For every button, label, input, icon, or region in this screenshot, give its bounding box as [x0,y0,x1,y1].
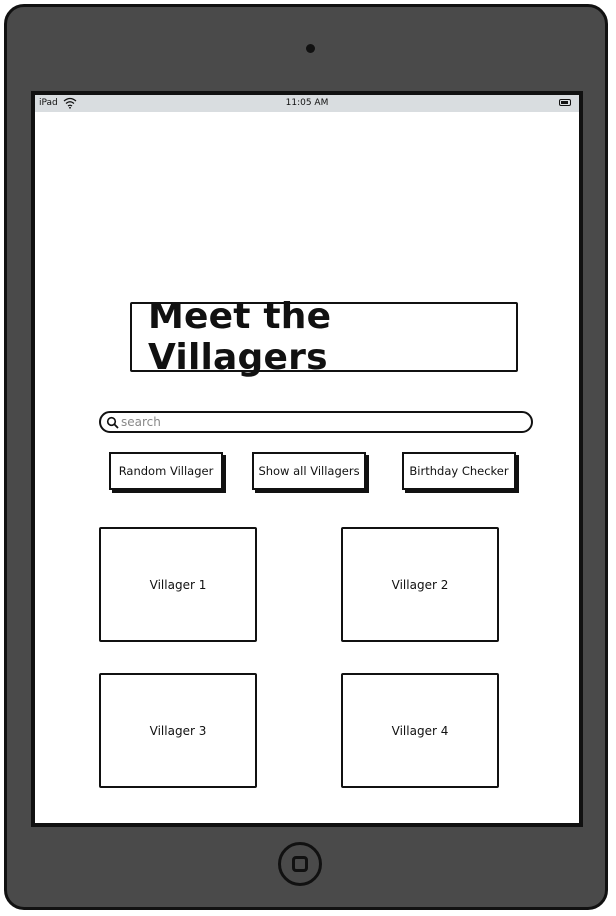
birthday-checker-button[interactable]: Birthday Checker [402,452,516,490]
status-bar: iPad 11:05 AM [35,95,579,112]
status-time: 11:05 AM [285,98,329,108]
villager-card-label: Villager 3 [149,723,207,738]
villager-card-label: Villager 2 [391,577,449,592]
villager-card-3[interactable]: Villager 3 [99,673,257,788]
camera-icon [306,44,315,53]
search-icon [106,416,119,429]
random-villager-button[interactable]: Random Villager [109,452,223,490]
battery-icon [559,99,571,106]
search-bar[interactable] [99,411,533,433]
villager-card-label: Villager 4 [391,723,449,738]
home-button-icon [292,856,308,872]
search-input[interactable] [121,414,521,430]
show-all-villagers-button[interactable]: Show all Villagers [252,452,366,490]
home-button[interactable] [278,842,322,886]
page-title: Meet the Villagers [148,296,332,378]
villager-card-2[interactable]: Villager 2 [341,527,499,642]
page-title-box: Meet the Villagers [130,296,518,378]
villager-card-1[interactable]: Villager 1 [99,527,257,642]
ipad-frame: iPad 11:05 AM Meet the Villagers Random … [4,4,608,910]
screen: iPad 11:05 AM Meet the Villagers Random … [31,91,583,827]
villager-card-label: Villager 1 [149,577,207,592]
villager-card-4[interactable]: Villager 4 [341,673,499,788]
